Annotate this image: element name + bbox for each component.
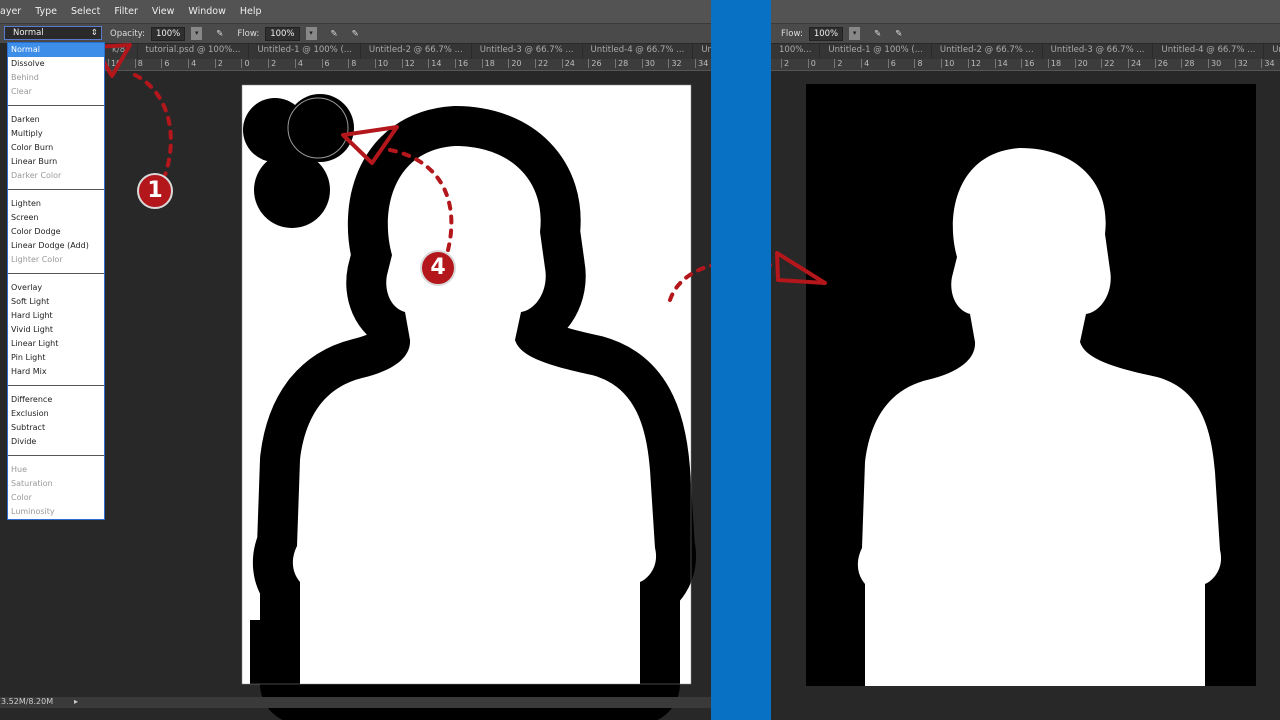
blend-mode-option[interactable]: Vivid Light — [8, 323, 104, 337]
blend-mode-option: Hue — [11, 465, 28, 474]
menu-separator — [8, 189, 104, 190]
blend-mode-option: Behind — [11, 73, 39, 82]
menu-separator — [8, 105, 104, 106]
blend-mode-option: Color — [11, 493, 32, 502]
blend-mode-option[interactable]: Linear Burn — [8, 155, 104, 169]
select-arrows-icon: ⇕ — [90, 28, 98, 38]
blend-mode-option[interactable]: Subtract — [8, 421, 104, 435]
canvas-area — [93, 43, 1256, 720]
blend-mode-option[interactable]: Linear Light — [8, 337, 104, 351]
blend-mode-option[interactable]: Soft Light — [8, 295, 104, 309]
blend-mode-dropdown: Normal Dissolve Behind Clear Darken Multiply C… — [7, 42, 105, 520]
status-menu-arrow-icon[interactable]: ▸ — [74, 697, 78, 706]
blend-mode-option[interactable]: Divide — [8, 435, 104, 449]
menu-separator — [8, 385, 104, 386]
menu-separator — [8, 455, 104, 456]
blend-mode-option: Darker Color — [11, 171, 62, 180]
blend-mode-option: Clear — [11, 87, 32, 96]
blend-mode-option[interactable]: Hard Mix — [8, 365, 104, 379]
menu-separator — [8, 273, 104, 274]
blend-mode-option[interactable]: Multiply — [8, 127, 104, 141]
blend-mode-select[interactable]: Normal ⇕ — [4, 26, 102, 40]
blend-mode-value: Normal — [13, 28, 44, 38]
blend-mode-option: Luminosity — [11, 507, 55, 516]
document-size: 3.52M/8.20M — [1, 697, 54, 706]
step-badge-1: 1 — [137, 173, 173, 209]
status-bar: 3.52M/8.20M ▸ — [0, 697, 711, 708]
divider-bar — [711, 0, 771, 720]
step-badge-4: 4 — [420, 250, 456, 286]
blend-mode-option[interactable]: Color Dodge — [8, 225, 104, 239]
blend-mode-option[interactable]: Color Burn — [8, 141, 104, 155]
blend-mode-option: Saturation — [11, 479, 53, 488]
blend-mode-option[interactable]: Overlay — [8, 281, 104, 295]
blend-mode-option[interactable]: Hard Light — [8, 309, 104, 323]
blend-mode-option[interactable]: Normal — [8, 43, 104, 57]
blend-mode-option[interactable]: Pin Light — [8, 351, 104, 365]
blend-mode-option[interactable]: Screen — [8, 211, 104, 225]
blend-mode-option[interactable]: Dissolve — [8, 57, 104, 71]
blend-mode-option[interactable]: Difference — [8, 393, 104, 407]
blend-mode-option[interactable]: Darken — [8, 113, 104, 127]
blend-mode-option[interactable]: Linear Dodge (Add) — [8, 239, 104, 253]
blend-mode-option[interactable]: Exclusion — [8, 407, 104, 421]
blend-mode-option[interactable]: Lighten — [8, 197, 104, 211]
blend-mode-option: Lighter Color — [11, 255, 63, 264]
